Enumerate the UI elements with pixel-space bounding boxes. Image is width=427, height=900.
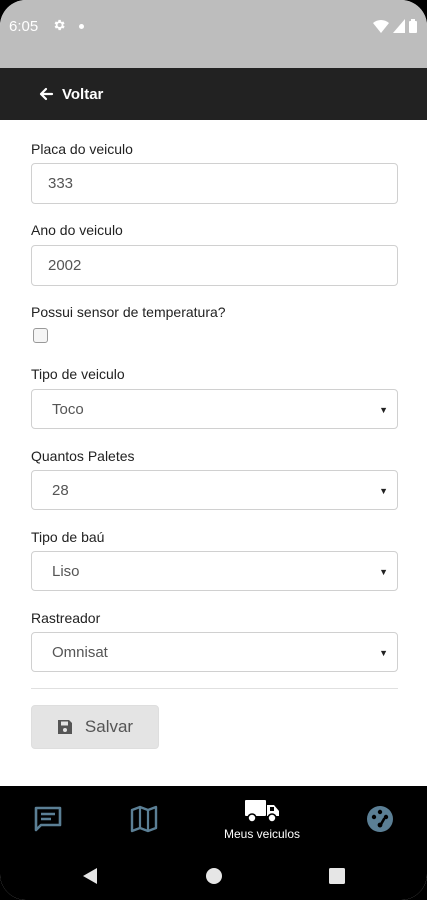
dropdown-arrow-icon: ▼: [379, 486, 388, 496]
back-button[interactable]: Voltar: [0, 68, 427, 120]
nav-dashboard[interactable]: [350, 786, 410, 852]
notification-dot: [79, 24, 84, 29]
battery-icon: [409, 19, 417, 33]
chat-icon: [34, 806, 62, 832]
system-nav: [0, 852, 427, 900]
nav-chat[interactable]: [18, 786, 78, 852]
sensor-label: Possui sensor de temperatura?: [31, 304, 226, 320]
dropdown-arrow-icon: ▼: [379, 405, 388, 415]
system-recents-icon[interactable]: [328, 866, 346, 886]
map-icon: [130, 805, 158, 833]
plate-label: Placa do veiculo: [31, 141, 133, 157]
body-type-value: Liso: [52, 562, 80, 580]
tracker-value: Omnisat: [52, 643, 108, 661]
status-time: 6:05: [9, 18, 39, 35]
nav-map[interactable]: [114, 786, 174, 852]
arrow-left-icon: [39, 87, 54, 101]
wifi-icon: [373, 19, 389, 33]
pallets-value: 28: [52, 481, 69, 499]
pallets-select[interactable]: 28 ▼: [31, 470, 398, 510]
bottom-nav: Meus veiculos: [0, 786, 427, 852]
form-divider: [31, 688, 398, 689]
year-label: Ano do veiculo: [31, 222, 123, 238]
tracker-label: Rastreador: [31, 610, 101, 626]
sensor-checkbox[interactable]: [33, 328, 48, 343]
back-label: Voltar: [62, 85, 104, 103]
dropdown-arrow-icon: ▼: [379, 567, 388, 577]
body-type-label: Tipo de baú: [31, 529, 105, 545]
vehicle-type-select[interactable]: Toco ▼: [31, 389, 398, 429]
dashboard-icon: [367, 806, 393, 832]
vehicle-type-value: Toco: [52, 400, 84, 418]
tracker-select[interactable]: Omnisat ▼: [31, 632, 398, 672]
body-type-select[interactable]: Liso ▼: [31, 551, 398, 591]
phone-screen: 6:05 Voltar Placa do veiculo Ano do veic…: [0, 0, 427, 900]
nav-my-vehicles[interactable]: Meus veiculos: [212, 786, 312, 852]
year-input[interactable]: [31, 245, 398, 286]
status-bar: 6:05: [0, 0, 427, 68]
system-home-icon[interactable]: [205, 866, 223, 886]
nav-my-vehicles-label: Meus veiculos: [223, 826, 301, 841]
vehicle-type-label: Tipo de veiculo: [31, 366, 125, 382]
truck-icon: [245, 799, 279, 823]
save-button[interactable]: Salvar: [31, 705, 159, 749]
gear-icon: [54, 19, 65, 31]
system-back-icon[interactable]: [81, 866, 99, 886]
pallets-label: Quantos Paletes: [31, 448, 135, 464]
status-icons: [373, 18, 417, 34]
dropdown-arrow-icon: ▼: [379, 648, 388, 658]
plate-input[interactable]: [31, 163, 398, 204]
save-label: Salvar: [84, 717, 134, 736]
signal-icon: [393, 19, 405, 33]
save-icon: [57, 720, 72, 734]
